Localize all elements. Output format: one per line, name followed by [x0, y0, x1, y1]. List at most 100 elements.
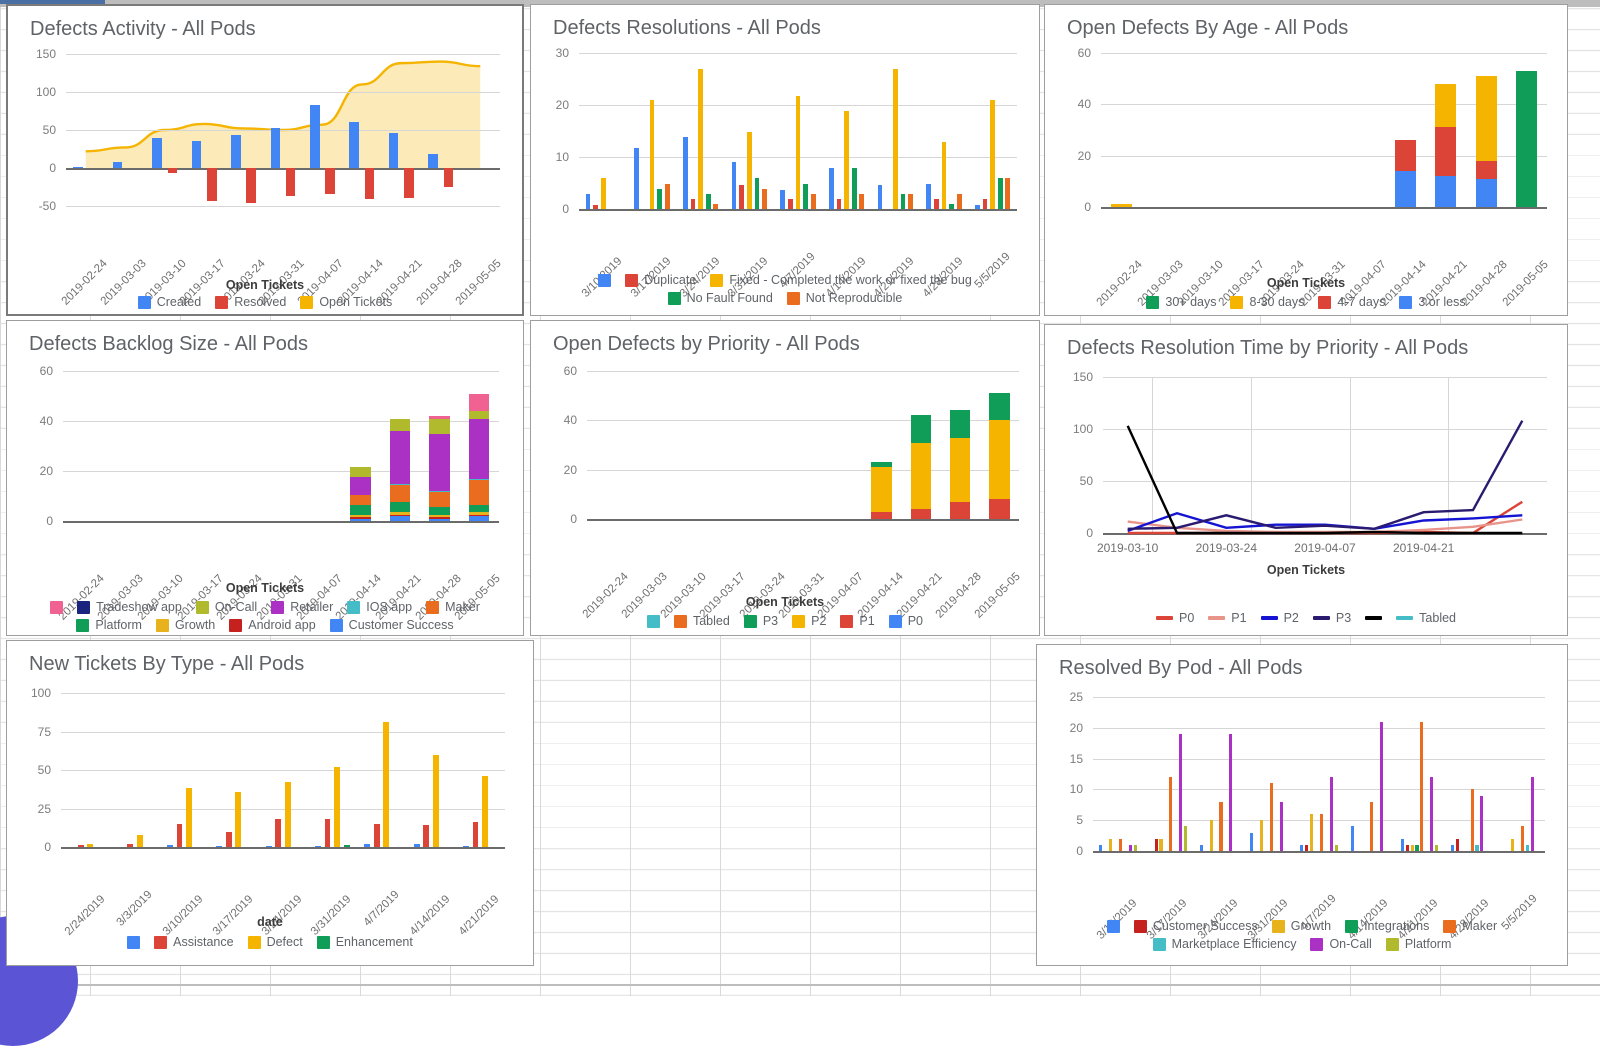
- legend-item-Growth[interactable]: Growth: [1271, 919, 1331, 933]
- chart-legend-defects-activity[interactable]: Created Resolved Open Tickets: [8, 295, 522, 309]
- legend-swatch-icon: [127, 935, 141, 949]
- bar-segment: [429, 507, 450, 515]
- chart-card-defects-resolutions[interactable]: Defects Resolutions - All Pods 30 20 10 0 3/1…: [530, 4, 1040, 316]
- legend-item-Duplicate[interactable]: Duplicate: [625, 273, 696, 287]
- legend-swatch-icon: [1365, 616, 1383, 620]
- legend-item-Marketplace Efficiency[interactable]: Marketplace Efficiency: [1152, 937, 1296, 951]
- bar-segment: [349, 514, 371, 518]
- legend-item-P0[interactable]: P0: [1155, 611, 1194, 625]
- legend-item-Enhancement[interactable]: Enhancement: [316, 935, 413, 949]
- chart-card-defects-resolution-time[interactable]: Defects Resolution Time by Priority - Al…: [1044, 324, 1568, 636]
- legend-label: 4-7 days: [1337, 295, 1386, 309]
- chart-card-new-tickets-by-type[interactable]: New Tickets By Type - All Pods 100 75 50 25 0…: [6, 640, 534, 966]
- legend-item-Retailer[interactable]: Retailer: [271, 600, 333, 614]
- legend-item-P2[interactable]: P2: [792, 614, 826, 628]
- legend-item-P1[interactable]: P1: [840, 614, 875, 628]
- legend-item-4-7 days[interactable]: 4-7 days: [1318, 295, 1385, 309]
- chart-legend-new-tickets-by-type[interactable]: Assistance Defect Enhancement: [7, 935, 533, 949]
- bar-segment: [468, 514, 490, 516]
- bar-Not Reproducible: [859, 193, 865, 209]
- x-axis-line: [587, 519, 1019, 521]
- y-axis-tick-label: 15: [1069, 751, 1083, 766]
- legend-item-unnamed[interactable]: [646, 614, 660, 628]
- legend-label: Integrations: [1364, 919, 1430, 933]
- legend-item-Platform[interactable]: Platform: [1385, 937, 1451, 951]
- legend-item-P3[interactable]: P3: [743, 614, 778, 628]
- bar-Not Reproducible: [664, 184, 670, 209]
- legend-item-Created[interactable]: Created: [137, 295, 201, 309]
- legend-item-unnamed[interactable]: [1106, 919, 1120, 933]
- legend-item-P0[interactable]: P0: [888, 614, 923, 628]
- chart-card-open-defects-by-priority[interactable]: Open Defects by Priority - All Pods 60 40 2…: [530, 320, 1040, 636]
- chart-legend-defects-resolution-time[interactable]: P0 P1 P2 P3 Tabled: [1045, 611, 1567, 625]
- legend-item-Customer Success[interactable]: Customer Success: [1133, 919, 1258, 933]
- bar-Assistance: [472, 822, 479, 847]
- chart-card-open-defects-by-age[interactable]: Open Defects By Age - All Pods 60 40 20 0 201…: [1044, 4, 1568, 316]
- legend-item-Integrations[interactable]: Integrations: [1345, 919, 1429, 933]
- bar-No Fault Found: [900, 193, 906, 209]
- legend-item-Tabled[interactable]: Tabled: [1396, 611, 1456, 625]
- plot-area-open-defects-by-priority: 60 40 20 0 2019-02-24 2019-03-03 2019-03-10 201…: [564, 364, 1023, 621]
- chart-legend-open-defects-by-age[interactable]: 30+ days 8-30 days 4-7 days 3 or less: [1045, 295, 1567, 309]
- chart-legend-defects-backlog-size[interactable]: Tradeshow app On-Call Retailer IOS app Maker…: [7, 600, 523, 632]
- legend-item-No Fault Found[interactable]: No Fault Found: [667, 291, 773, 305]
- chart-legend-resolved-by-pod[interactable]: Customer Success Growth Integrations Maker M…: [1037, 919, 1567, 951]
- legend-label: Tabled: [692, 614, 730, 628]
- chart-legend-open-defects-by-priority[interactable]: Tabled P3 P2 P1 P0: [531, 614, 1039, 628]
- legend-item-Defect[interactable]: Defect: [247, 935, 303, 949]
- chart-card-resolved-by-pod[interactable]: Resolved By Pod - All Pods25201510503/10…: [1036, 644, 1568, 966]
- gridline: [1093, 758, 1545, 760]
- x-axis-title: date: [257, 915, 283, 929]
- legend-item-P1[interactable]: P1: [1208, 611, 1247, 625]
- legend-item-P3[interactable]: P3: [1312, 611, 1351, 625]
- bar-segment: [910, 442, 931, 510]
- legend-item-On-Call[interactable]: On-Call: [195, 600, 258, 614]
- legend-item-Open Tickets[interactable]: Open Tickets: [300, 295, 392, 309]
- bar-Platform: [1133, 844, 1137, 851]
- legend-item-Tradeshow app[interactable]: Tradeshow app: [77, 600, 182, 614]
- legend-item-P2[interactable]: P2: [1260, 611, 1299, 625]
- bar-segment: [468, 504, 490, 513]
- gridline: [579, 53, 1017, 54]
- bar-segment: [949, 437, 971, 502]
- legend-label: On-Call: [214, 600, 258, 614]
- legend-item-On-Call[interactable]: On-Call: [1310, 937, 1372, 951]
- legend-item-IOS app[interactable]: IOS app: [347, 600, 412, 614]
- legend-item-8-30 days[interactable]: 8-30 days: [1230, 295, 1304, 309]
- chart-legend-defects-resolutions[interactable]: Duplicate Fixed - Completed the work or f…: [531, 273, 1039, 305]
- legend-item-Resolved[interactable]: Resolved: [215, 295, 286, 309]
- chart-card-defects-backlog-size[interactable]: Defects Backlog Size - All Pods 60 40 20 0 20…: [6, 320, 524, 636]
- bar-segment: [871, 462, 892, 468]
- legend-item-Android app[interactable]: Android app: [229, 618, 316, 632]
- legend-item-unnamed[interactable]: [50, 600, 64, 614]
- legend-item-Maker[interactable]: Maker: [1443, 919, 1497, 933]
- bar-On-Call: [1480, 795, 1484, 851]
- legend-item-30+ days[interactable]: 30+ days: [1146, 295, 1216, 309]
- y-axis-tick-label: 10: [555, 150, 569, 164]
- legend-item-Customer Success[interactable]: Customer Success: [329, 618, 454, 632]
- legend-item-Fixed - Completed the work or fixed the bug[interactable]: Fixed - Completed the work or fixed the …: [710, 273, 972, 287]
- bar-On-Call: [1179, 733, 1183, 851]
- bar-No Fault Found: [851, 167, 857, 209]
- legend-item-3 or less[interactable]: 3 or less: [1399, 295, 1466, 309]
- legend-label: Open Tickets: [319, 295, 393, 309]
- legend-item-Tabled[interactable]: Tabled: [673, 614, 730, 628]
- legend-item-Maker[interactable]: Maker: [426, 600, 480, 614]
- bar-segment: [429, 416, 450, 419]
- bar-segment: [1516, 70, 1538, 207]
- y-axis-tick-label: 25: [37, 801, 51, 816]
- bar-Defect: [136, 834, 143, 847]
- legend-item-Growth[interactable]: Growth: [155, 618, 215, 632]
- legend-item-unnamed[interactable]: [127, 935, 141, 949]
- y-axis-tick-label: 0: [1084, 200, 1091, 214]
- legend-item-Not Reproducible[interactable]: Not Reproducible: [786, 291, 902, 305]
- chart-card-defects-activity[interactable]: Defects Activity - All Pods 150 100 50 0 -50 2…: [6, 4, 524, 316]
- legend-item-unnamed[interactable]: [598, 273, 612, 287]
- legend-item-unnamed[interactable]: [1365, 616, 1383, 620]
- legend-item-Platform[interactable]: Platform: [76, 618, 142, 632]
- legend-swatch-icon: [1318, 295, 1332, 309]
- y-axis-tick-label: 0: [49, 161, 56, 175]
- bar-Fixed - Completed the work or fixed the bug: [649, 100, 655, 209]
- legend-item-Assistance[interactable]: Assistance: [154, 935, 234, 949]
- x-axis-line: [61, 847, 505, 849]
